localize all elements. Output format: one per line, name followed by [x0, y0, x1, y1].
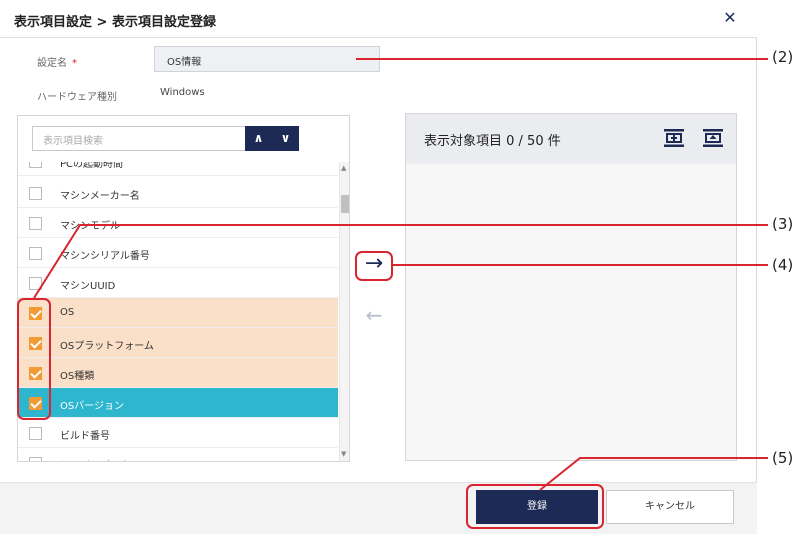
list-item[interactable]: マシンメーカー名: [18, 178, 338, 208]
item-checkbox[interactable]: [29, 427, 42, 440]
list-item-label: OSプラットフォーム: [60, 341, 154, 352]
list-item[interactable]: PCの起動時間: [18, 162, 338, 176]
scroll-down-icon[interactable]: ▼: [341, 450, 346, 458]
callout-line-2: [356, 58, 768, 60]
close-icon[interactable]: ✕: [722, 9, 738, 27]
item-search-input[interactable]: 表示項目検索: [32, 126, 246, 151]
list-item-label: OSバージョン: [60, 401, 125, 412]
list-item-label: マシンUUID: [60, 281, 116, 292]
screenshot-root: 表示項目設定 > 表示項目設定登録 ✕ 設定名 * OS情報 ハードウェア種別 W…: [0, 0, 812, 534]
list-item-label: マシンシリアル番号: [60, 251, 150, 262]
list-item-label: ビルド番号: [60, 431, 110, 442]
cancel-button[interactable]: キャンセル: [606, 490, 734, 524]
callout-label-5: (5): [772, 449, 794, 467]
callout-box-register: [466, 484, 604, 529]
callout-label-4: (4): [772, 256, 794, 274]
list-item[interactable]: ビルド番号: [18, 418, 338, 448]
required-mark: *: [72, 58, 77, 69]
item-checkbox[interactable]: [29, 457, 42, 461]
list-item-label: サービスパック: [60, 457, 130, 461]
list-item-label: マシンモデル: [60, 221, 120, 232]
list-item-label: OS種類: [60, 371, 95, 382]
display-items-count: 表示対象項目 0 / 50 件: [424, 134, 561, 149]
display-items-header: 表示対象項目 0 / 50 件: [406, 114, 736, 164]
list-item-label: PCの起動時間: [60, 162, 124, 170]
remove-item-button[interactable]: ←: [358, 304, 390, 326]
item-checkbox[interactable]: [29, 187, 42, 200]
dialog-titlebar: 表示項目設定 > 表示項目設定登録 ✕: [0, 0, 757, 38]
list-item[interactable]: OSプラットフォーム: [18, 328, 338, 358]
hardware-type-value: Windows: [160, 87, 205, 98]
list-scrollbar[interactable]: ▲ ▼: [339, 162, 349, 461]
expand-all-icon[interactable]: [663, 128, 685, 148]
setting-name-label: 設定名 *: [37, 54, 77, 69]
list-item[interactable]: OS: [18, 298, 338, 328]
list-item[interactable]: マシンUUID: [18, 268, 338, 298]
search-next-button[interactable]: ∨: [272, 126, 299, 151]
list-item[interactable]: マシンシリアル番号: [18, 238, 338, 268]
list-item[interactable]: サービスパック: [18, 448, 338, 461]
available-items-list: PCの起動時間マシンメーカー名 マシンモデルマシンシリアル番号 マシンUUID OS O…: [18, 162, 338, 461]
item-checkbox[interactable]: [29, 162, 42, 168]
item-checkbox[interactable]: [29, 277, 42, 290]
callout-box-checkboxes: [17, 298, 51, 420]
hardware-type-label: ハードウェア種別: [37, 92, 117, 103]
display-items-panel: 表示対象項目 0 / 50 件: [405, 113, 737, 461]
list-item[interactable]: OSバージョン: [18, 388, 338, 418]
setting-name-label-text: 設定名: [37, 58, 67, 69]
scroll-up-icon[interactable]: ▲: [341, 164, 346, 172]
scroll-thumb[interactable]: [341, 195, 349, 213]
search-nav-buttons: ∧ ∨: [245, 126, 299, 151]
available-items-panel: 表示項目検索 ∧ ∨ PCの起動時間マシンメーカー名 マシンモデルマシンシリアル番…: [17, 115, 350, 462]
list-item-label: マシンメーカー名: [60, 191, 140, 202]
list-item[interactable]: マシンモデル: [18, 208, 338, 238]
callout-label-2: (2): [772, 48, 794, 66]
collapse-all-icon[interactable]: [702, 128, 724, 148]
callout-label-3: (3): [772, 215, 794, 233]
dialog-title: 表示項目設定 > 表示項目設定登録: [14, 15, 216, 30]
item-checkbox[interactable]: [29, 217, 42, 230]
list-item-label: OS: [60, 307, 75, 318]
item-checkbox[interactable]: [29, 247, 42, 260]
display-items-list: [406, 164, 736, 460]
search-prev-button[interactable]: ∧: [245, 126, 272, 151]
list-item[interactable]: OS種類: [18, 358, 338, 388]
setting-name-field[interactable]: OS情報: [154, 46, 380, 72]
callout-box-add: [355, 251, 393, 281]
